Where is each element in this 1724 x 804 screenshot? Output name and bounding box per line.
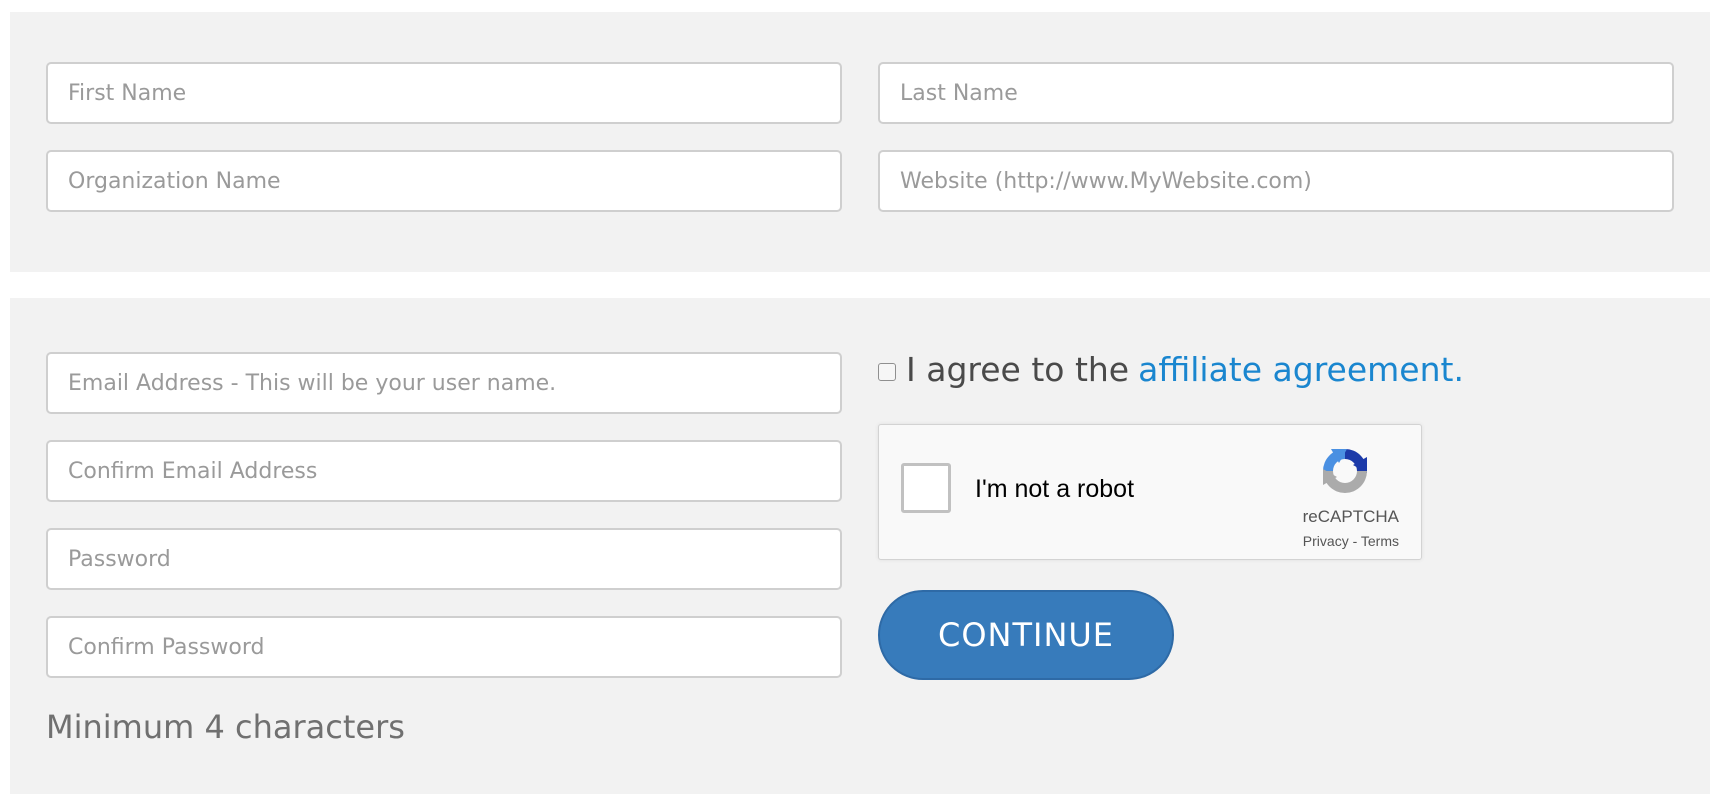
last-name-input[interactable]	[878, 62, 1674, 124]
recaptcha-widget: I'm not a robot reCAPTCHA Privacy - Term…	[878, 424, 1422, 560]
profile-panel	[10, 12, 1710, 272]
agreement-row: I agree to the affiliate agreement.	[878, 350, 1464, 389]
recaptcha-logo-icon	[1323, 449, 1367, 493]
agreement-text: I agree to the	[906, 350, 1130, 389]
recaptcha-checkbox[interactable]	[901, 463, 951, 513]
recaptcha-legal-links[interactable]: Privacy - Terms	[1303, 533, 1399, 549]
password-input[interactable]	[46, 528, 842, 590]
confirm-password-input[interactable]	[46, 616, 842, 678]
recaptcha-label: I'm not a robot	[975, 475, 1135, 503]
website-input[interactable]	[878, 150, 1674, 212]
affiliate-agreement-link[interactable]: affiliate agreement.	[1138, 350, 1464, 389]
email-input[interactable]	[46, 352, 842, 414]
continue-button[interactable]: CONTINUE	[878, 590, 1174, 680]
confirm-email-input[interactable]	[46, 440, 842, 502]
organization-name-input[interactable]	[46, 150, 842, 212]
recaptcha-brand: reCAPTCHA	[1302, 507, 1399, 526]
password-hint: Minimum 4 characters	[46, 708, 405, 746]
agreement-checkbox[interactable]	[878, 362, 896, 381]
account-panel: Minimum 4 characters I agree to the affi…	[10, 298, 1710, 794]
first-name-input[interactable]	[46, 62, 842, 124]
